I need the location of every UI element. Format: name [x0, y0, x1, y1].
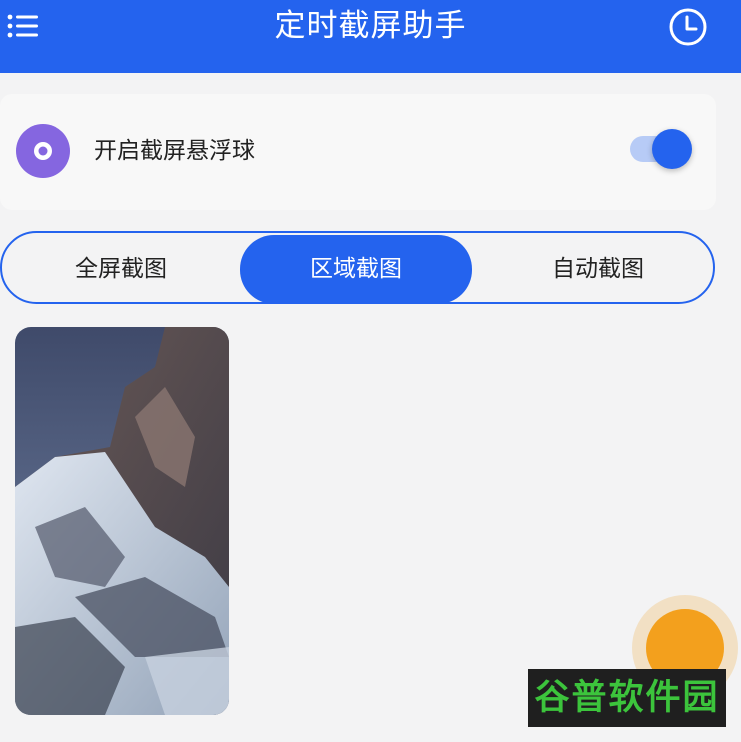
clock-icon[interactable] [668, 7, 708, 47]
tab-auto[interactable]: 自动截图 [478, 235, 718, 304]
float-ball-label: 开启截屏悬浮球 [94, 138, 255, 164]
tab-region[interactable]: 区域截图 [240, 235, 472, 304]
tab-fullscreen[interactable]: 全屏截图 [2, 235, 240, 304]
toggle-thumb [652, 129, 692, 169]
float-ball-icon [16, 124, 70, 178]
screenshot-mode-tabs: 全屏截图 区域截图 自动截图 [0, 231, 715, 304]
screenshot-thumbnail[interactable] [15, 327, 229, 715]
mountain-photo [15, 327, 229, 715]
float-ball-toggle[interactable] [628, 129, 692, 169]
float-ball-card: 开启截屏悬浮球 [0, 94, 716, 210]
watermark: 谷普软件园 [528, 669, 726, 727]
page-title: 定时截屏助手 [274, 8, 467, 44]
app-header: 定时截屏助手 [0, 0, 741, 73]
